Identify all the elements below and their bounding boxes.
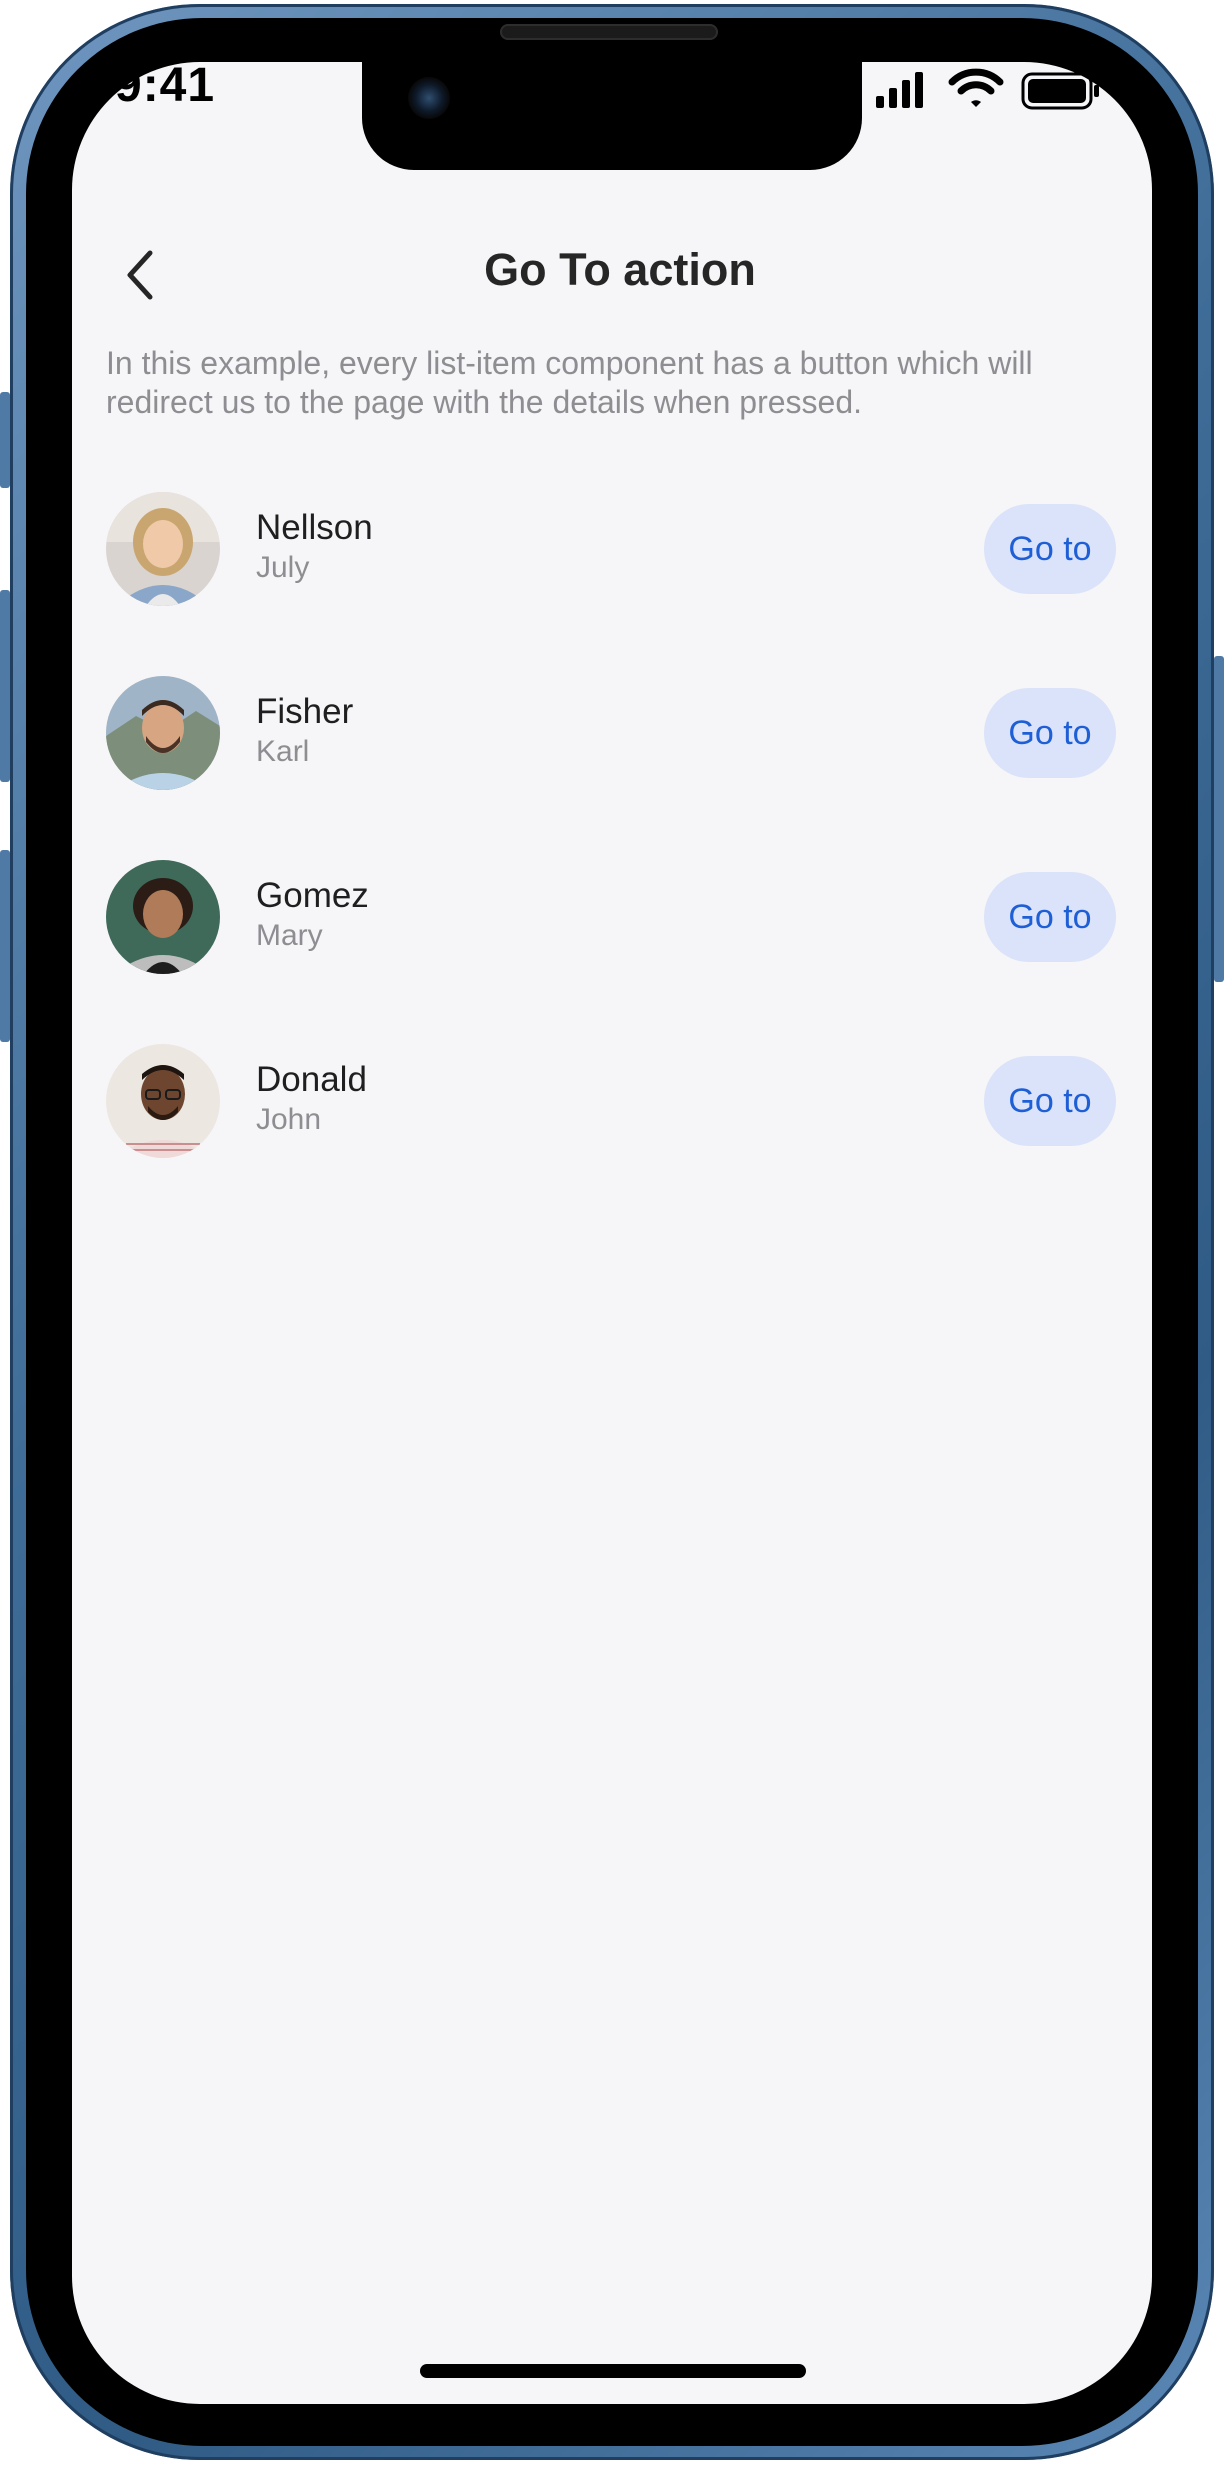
go-to-button[interactable]: Go to bbox=[984, 1056, 1116, 1146]
avatar bbox=[106, 676, 220, 790]
go-to-button[interactable]: Go to bbox=[984, 872, 1116, 962]
power-button bbox=[1214, 656, 1224, 982]
go-to-button[interactable]: Go to bbox=[984, 504, 1116, 594]
list-item: Donald John Go to bbox=[106, 1044, 1116, 1228]
status-icons bbox=[876, 66, 1106, 116]
avatar bbox=[106, 1044, 220, 1158]
wifi-icon bbox=[948, 68, 1004, 107]
back-button[interactable] bbox=[110, 240, 170, 310]
battery-icon bbox=[1021, 72, 1099, 110]
mute-switch bbox=[0, 392, 10, 488]
list-item-names: Gomez Mary bbox=[256, 876, 756, 956]
status-time: 9:41 bbox=[115, 59, 216, 112]
list-item: Fisher Karl Go to bbox=[106, 676, 1116, 860]
secondary-name: Karl bbox=[256, 735, 310, 768]
volume-down-button bbox=[0, 850, 10, 1042]
secondary-name: John bbox=[256, 1103, 322, 1136]
primary-name: Gomez bbox=[256, 876, 369, 915]
primary-name: Donald bbox=[256, 1060, 367, 1099]
list-item-names: Fisher Karl bbox=[256, 692, 756, 772]
earpiece-speaker bbox=[500, 24, 718, 40]
page-title: Go To action bbox=[484, 244, 756, 295]
primary-name: Nellson bbox=[256, 508, 373, 547]
list-item: Nellson July Go to bbox=[106, 492, 1116, 676]
volume-up-button bbox=[0, 590, 10, 782]
list-item-names: Donald John bbox=[256, 1060, 756, 1140]
contact-list: Nellson July Go to Fisher Karl Go to Gom… bbox=[106, 492, 1116, 1228]
avatar bbox=[106, 860, 220, 974]
primary-name: Fisher bbox=[256, 692, 354, 731]
list-item-names: Nellson July bbox=[256, 508, 756, 588]
front-camera bbox=[408, 77, 450, 119]
description-text: In this example, every list-item compone… bbox=[106, 345, 1033, 420]
list-item: Gomez Mary Go to bbox=[106, 860, 1116, 1044]
go-to-button[interactable]: Go to bbox=[984, 688, 1116, 778]
secondary-name: Mary bbox=[256, 919, 323, 952]
cellular-signal-icon bbox=[876, 72, 923, 108]
chevron-left-icon bbox=[127, 250, 153, 300]
avatar bbox=[106, 492, 220, 606]
home-indicator[interactable] bbox=[420, 2364, 806, 2378]
secondary-name: July bbox=[256, 551, 310, 584]
